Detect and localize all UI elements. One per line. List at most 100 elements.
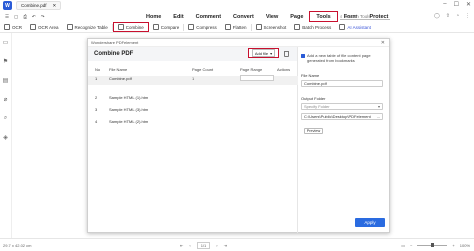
tool-combine[interactable]: Combine	[112, 22, 149, 32]
table-row[interactable]: 2 Sample HTML (1).htm	[88, 95, 298, 104]
comment-icon[interactable]: ▤	[3, 77, 9, 84]
compare-icon	[152, 24, 159, 30]
file-menu-icon[interactable]: ☰	[5, 14, 9, 20]
file-name-value: Combine.pdf	[304, 81, 327, 86]
search-tools-input[interactable]: ⌕ Search Tools	[340, 13, 390, 20]
next-page-icon[interactable]: ›	[216, 243, 217, 248]
menu-home[interactable]: Home	[140, 11, 167, 22]
first-page-icon[interactable]: ⇤	[180, 243, 183, 248]
preview-button[interactable]: Preview	[304, 128, 323, 134]
ai-assistant-icon	[339, 24, 346, 30]
add-files-button[interactable]: Add file ▾	[248, 48, 279, 58]
table-row[interactable]: 1 Combine.pdf 1	[88, 75, 298, 85]
layers-icon[interactable]: ◈	[3, 134, 8, 141]
dialog-close-icon[interactable]: ✕	[381, 40, 385, 46]
menu-tools[interactable]: Tools	[309, 11, 338, 22]
page-navigation: ⇤ ‹ 1/1 › ⇥	[180, 241, 227, 249]
tool-recognize-table[interactable]: Recognize Table	[63, 22, 112, 32]
tool-ocr-area[interactable]: OCR Area	[26, 22, 63, 32]
recognize-table-icon	[66, 24, 73, 30]
tool-ocr[interactable]: OCR	[0, 22, 26, 32]
bookmark-toc-checkbox[interactable]: Add a new table of file content page gen…	[301, 53, 381, 63]
column-header-no: No	[95, 67, 101, 72]
tool-batch-process[interactable]: Batch Process	[290, 22, 335, 32]
bookmark-icon[interactable]: ⚑	[3, 58, 8, 65]
tool-label: OCR Area	[38, 24, 59, 30]
tool-ai-assistant[interactable]: AI Assistant	[335, 22, 375, 32]
menu-edit[interactable]: Edit	[167, 11, 189, 22]
menu-page[interactable]: Page	[284, 11, 309, 22]
menu-comment[interactable]: Comment	[190, 11, 227, 22]
tool-label: Batch Process	[302, 24, 332, 30]
close-tab-icon[interactable]: ✕	[53, 3, 57, 9]
zoom-out-icon[interactable]: −	[410, 243, 412, 248]
compress-icon	[188, 24, 195, 30]
tool-flatten[interactable]: Flatten	[221, 22, 251, 32]
undo-icon[interactable]: ↶	[32, 14, 36, 20]
attachment-icon[interactable]: ⌀	[4, 96, 8, 103]
menu-view[interactable]: View	[260, 11, 284, 22]
row-filename: Sample HTML (2).htm	[109, 119, 149, 124]
more-icon[interactable]: ⋮	[465, 13, 470, 19]
status-bar: 29.7 x 42.02 cm ⇤ ‹ 1/1 › ⇥ ▭ − + 100%	[0, 238, 474, 251]
page-number-input[interactable]: 1/1	[196, 241, 211, 249]
chevron-down-icon: ▾	[270, 50, 273, 56]
menu-bar: ☰ ▢ ⎙ ↶ ↷ Home Edit Comment Convert View Page…	[0, 11, 474, 22]
row-number: 2	[95, 95, 98, 100]
apply-label: Apply	[364, 220, 376, 225]
ocr-icon	[4, 24, 10, 30]
print-icon[interactable]: ⎙	[23, 14, 27, 19]
window-controls: – ☐ ✕	[443, 1, 471, 8]
row-number: 4	[95, 119, 98, 124]
trash-icon[interactable]	[284, 51, 289, 57]
redo-icon[interactable]: ↷	[41, 14, 45, 20]
flatten-icon	[224, 24, 231, 30]
dialog-title: Wondershare PDFelement	[91, 40, 139, 45]
document-tab[interactable]: Combine.pdf ✕	[16, 1, 62, 10]
zoom-in-icon[interactable]: +	[452, 243, 454, 248]
row-number: 1	[95, 76, 98, 81]
prev-page-icon[interactable]: ‹	[189, 243, 190, 248]
thumbnail-icon[interactable]: ▭	[3, 39, 9, 46]
share-icon[interactable]: ⇧	[446, 13, 450, 19]
page-dimensions: 29.7 x 42.02 cm	[3, 242, 32, 248]
row-filename: Sample HTML (3).htm	[109, 107, 149, 112]
tool-label: Compress	[196, 24, 217, 30]
browse-folder-button[interactable]: ...	[377, 114, 380, 119]
tool-screenshot[interactable]: Screenshot	[252, 22, 291, 32]
page-range-input[interactable]	[240, 75, 274, 81]
tools-toolbar: OCR OCR Area Recognize Table Combine Compare…	[0, 22, 474, 33]
minimize-icon[interactable]: –	[443, 1, 446, 8]
zoom-slider[interactable]	[417, 243, 448, 247]
left-sidebar: ▭ ⚑ ▤ ⌀ ⌕ ◈	[0, 33, 12, 238]
title-bar: W Combine.pdf ✕ – ☐ ✕	[0, 0, 474, 11]
tool-compress[interactable]: Compress	[184, 22, 221, 32]
save-icon[interactable]: ▢	[14, 14, 18, 20]
tool-compare[interactable]: Compare	[149, 22, 184, 32]
output-folder-select[interactable]: Specify Folder ▾	[301, 103, 383, 110]
output-path-input[interactable]: C:\Users\Public\Desktop\PDFelement ...	[301, 113, 383, 120]
close-window-icon[interactable]: ✕	[466, 1, 471, 8]
last-page-icon[interactable]: ⇥	[224, 243, 227, 248]
file-name-input[interactable]: Combine.pdf	[301, 80, 383, 87]
combine-options-panel: Add a new table of file content page gen…	[301, 53, 387, 223]
checkbox-checked-icon[interactable]	[301, 53, 305, 58]
maximize-icon[interactable]: ☐	[454, 1, 459, 8]
menu-convert[interactable]: Convert	[227, 11, 260, 22]
combine-pdf-dialog: Wondershare PDFelement ✕ Combine PDF Add…	[87, 38, 390, 233]
search-panel-icon[interactable]: ⌕	[4, 115, 7, 122]
tool-label: Combine	[125, 24, 144, 30]
table-row[interactable]: 3 Sample HTML (3).htm	[88, 107, 298, 116]
tool-label: Recognize Table	[74, 24, 108, 30]
apply-button[interactable]: Apply	[355, 218, 385, 227]
combine-icon	[117, 24, 124, 30]
notification-icon[interactable]: ◔	[456, 13, 459, 19]
account-icon[interactable]: ◯	[434, 13, 440, 19]
tool-label: Compare	[160, 24, 180, 30]
zoom-level[interactable]: 100%	[460, 243, 470, 248]
fit-page-icon[interactable]: ▭	[401, 243, 405, 248]
tool-label: Screenshot	[263, 24, 287, 30]
table-row[interactable]: 4 Sample HTML (2).htm	[88, 119, 298, 128]
output-folder-select-value: Specify Folder	[304, 104, 330, 109]
tool-label: AI Assistant	[347, 24, 371, 30]
